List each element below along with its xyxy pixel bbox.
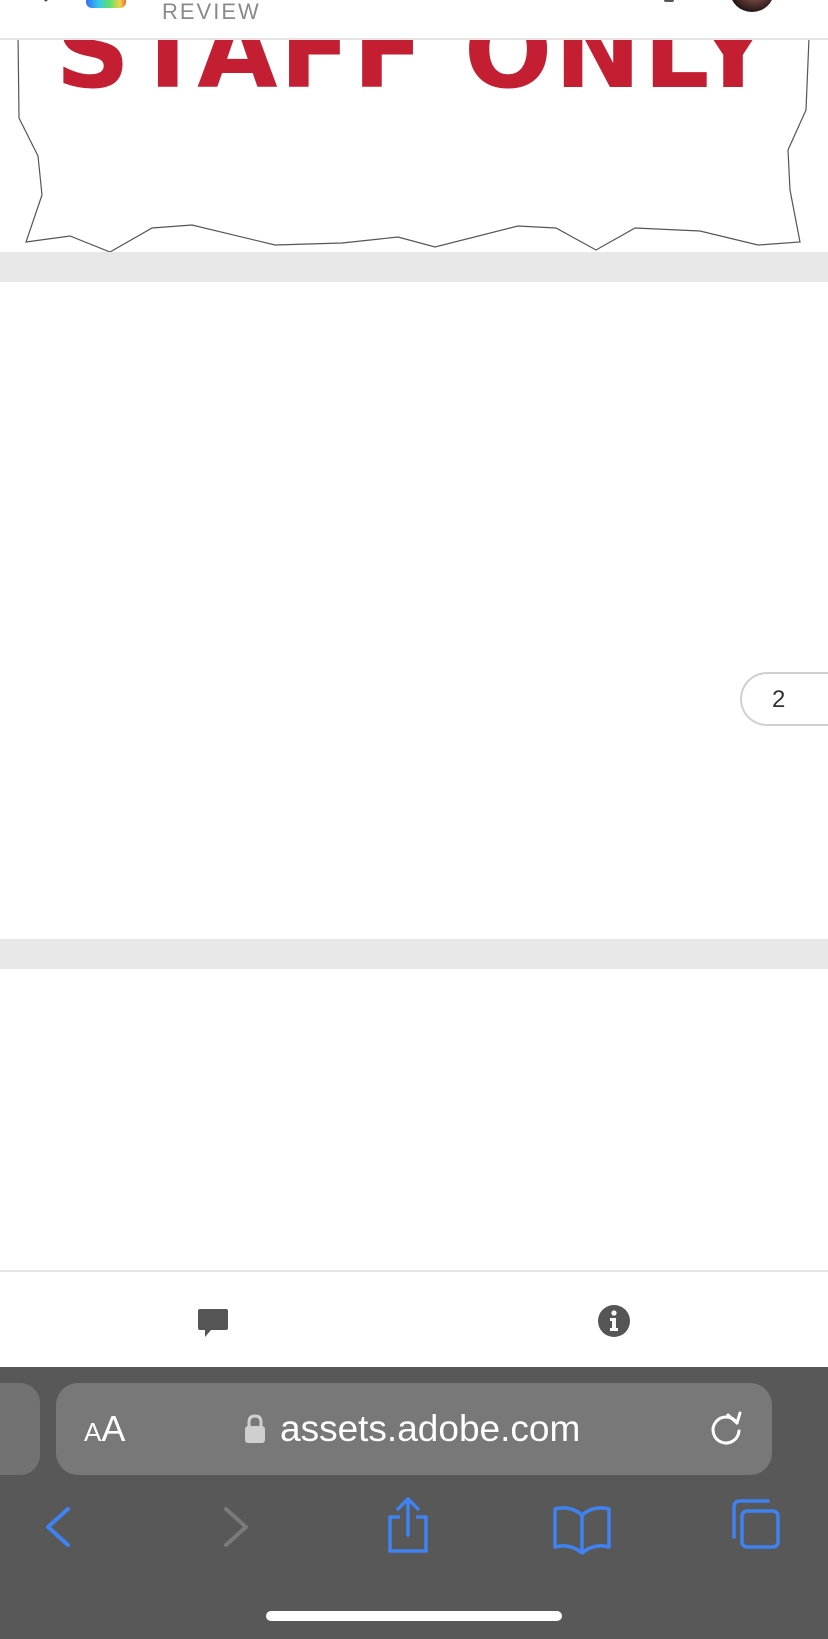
text-size-small-label: A bbox=[84, 1417, 102, 1447]
page-separator bbox=[0, 939, 828, 969]
forward-icon[interactable] bbox=[206, 1497, 266, 1557]
share-icon[interactable] bbox=[378, 1497, 438, 1557]
document-page-2[interactable] bbox=[0, 282, 828, 939]
app-logo[interactable] bbox=[86, 0, 126, 8]
bell-icon[interactable] bbox=[654, 0, 684, 8]
address-bar[interactable]: AA assets.adobe.com bbox=[56, 1383, 772, 1475]
page-separator bbox=[0, 252, 828, 282]
lock-icon bbox=[245, 1414, 265, 1443]
text-size-button[interactable]: AA bbox=[84, 1407, 125, 1454]
back-icon[interactable] bbox=[28, 1497, 88, 1557]
document-page-1[interactable]: STAFF ONLY bbox=[0, 0, 828, 252]
page-number-badge[interactable]: 2 bbox=[740, 672, 828, 726]
header-subtitle: REVIEW bbox=[162, 0, 261, 24]
document-page-3[interactable] bbox=[0, 969, 828, 1270]
page-number: 2 bbox=[772, 686, 786, 713]
text-size-large-label: A bbox=[101, 1408, 126, 1449]
info-icon[interactable] bbox=[597, 1304, 631, 1338]
previous-tab-peek[interactable] bbox=[0, 1383, 40, 1475]
bookmarks-icon[interactable] bbox=[552, 1497, 612, 1557]
back-chevron-icon[interactable] bbox=[34, 0, 52, 2]
screen: REVIEW STAFF ONLY 2 AA assets.adobe.com bbox=[0, 0, 828, 1639]
app-header: REVIEW bbox=[0, 0, 828, 40]
url-text[interactable]: assets.adobe.com bbox=[280, 1407, 580, 1451]
home-indicator bbox=[266, 1611, 562, 1621]
browser-toolbar: AA assets.adobe.com bbox=[0, 1367, 828, 1639]
comment-icon[interactable] bbox=[196, 1306, 230, 1340]
avatar[interactable] bbox=[730, 0, 774, 12]
action-bar bbox=[0, 1270, 828, 1369]
reload-icon[interactable] bbox=[706, 1409, 746, 1449]
tabs-icon[interactable] bbox=[726, 1497, 786, 1557]
